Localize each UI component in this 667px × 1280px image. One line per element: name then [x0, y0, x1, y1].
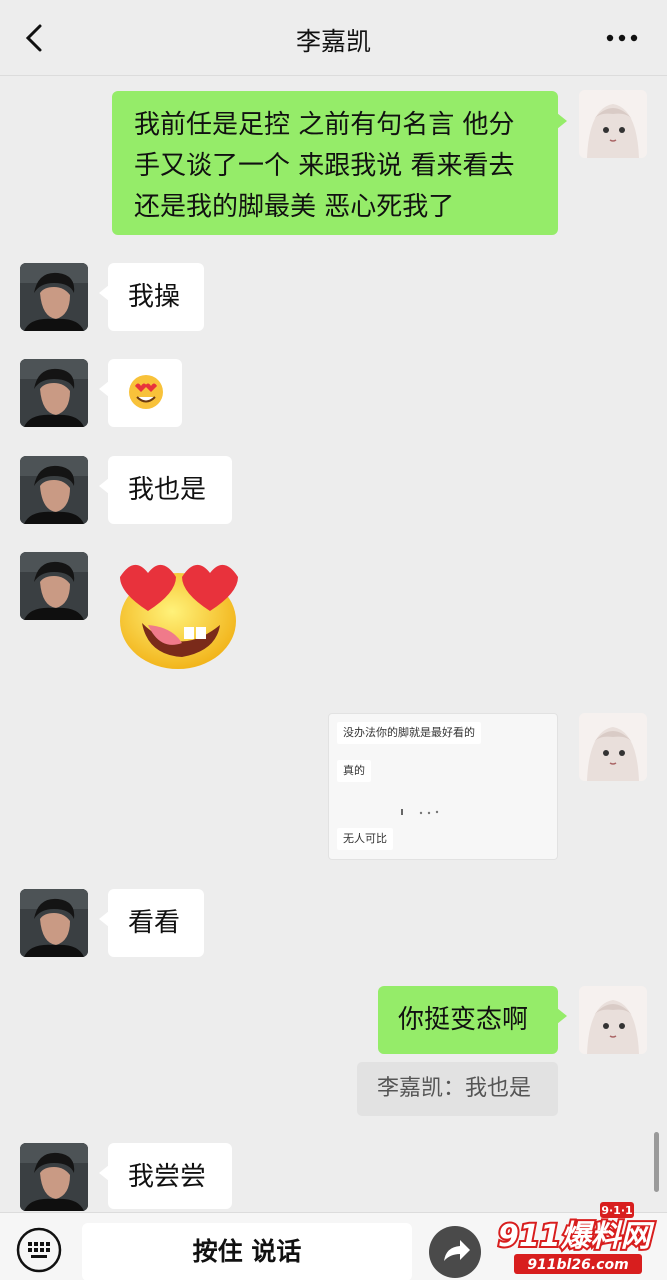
image-text-line: 真的 [337, 760, 371, 782]
message-bubble-incoming[interactable]: 我操 [99, 263, 204, 331]
avatar-friend[interactable] [20, 1143, 88, 1211]
image-message[interactable]: 没办法你的脚就是最好看的 真的 无人可比 [328, 713, 558, 860]
boy-portrait-avatar-icon [20, 263, 88, 331]
message-text-line: 手又谈了一个 来跟我说 看来看去 [134, 151, 515, 181]
share-arrow-icon [429, 1226, 481, 1278]
keyboard-icon [16, 1227, 62, 1273]
image-dots [399, 802, 459, 815]
avatar-self[interactable] [579, 986, 647, 1054]
heart-eyes-tongue-sticker [120, 564, 238, 669]
message-bubble-incoming[interactable]: 我也是 [99, 456, 232, 524]
hold-to-talk-button[interactable]: 按住 说话 [82, 1223, 412, 1280]
message-bubble-outgoing[interactable]: 你挺变态啊 [378, 986, 567, 1054]
heart-eyes-emoji-icon [129, 375, 163, 409]
watermark-badge: 9·1·1 [601, 1204, 632, 1217]
boy-portrait-avatar-icon [20, 889, 88, 957]
more-button[interactable] [605, 26, 639, 50]
message-text: 看看 [128, 908, 181, 938]
watermark-logo: 9·1·1 911爆料网 911bl26.com [494, 1198, 664, 1278]
message-text-line: 还是我的脚最美 恶心死我了 [134, 192, 455, 222]
avatar-friend[interactable] [20, 889, 88, 957]
anime-girl-avatar-icon [579, 986, 647, 1054]
message-bubble-incoming[interactable]: 看看 [99, 889, 204, 957]
page-title: 李嘉凯 [295, 27, 371, 56]
anime-girl-avatar-icon [579, 90, 647, 158]
anime-girl-avatar-icon [579, 713, 647, 781]
watermark-url: 911bl26.com [527, 1257, 628, 1273]
watermark-brand: 911爆料网 [498, 1219, 655, 1254]
avatar-friend[interactable] [20, 456, 88, 524]
message-text: 我操 [128, 282, 181, 312]
keyboard-button[interactable] [16, 1227, 62, 1273]
message-bubble-outgoing[interactable]: 我前任是足控 之前有句名言 他分 手又谈了一个 来跟我说 看来看去 还是我的脚最… [112, 91, 567, 235]
sticker-message[interactable] [112, 555, 244, 671]
chat-header: 李嘉凯 [0, 0, 667, 76]
message-bubble-incoming[interactable] [99, 359, 182, 427]
boy-portrait-avatar-icon [20, 456, 88, 524]
scrollbar[interactable] [654, 1132, 659, 1192]
avatar-friend[interactable] [20, 359, 88, 427]
boy-portrait-avatar-icon [20, 552, 88, 620]
share-button[interactable] [428, 1225, 482, 1279]
more-dots-icon [606, 34, 638, 42]
message-text: 你挺变态啊 [398, 1005, 529, 1035]
avatar-friend[interactable] [20, 552, 88, 620]
quoted-message[interactable]: 李嘉凯：我也是 [357, 1062, 558, 1116]
message-text-line: 我前任是足控 之前有句名言 他分 [134, 110, 515, 140]
avatar-self[interactable] [579, 90, 647, 158]
image-text-line: 没办法你的脚就是最好看的 [337, 722, 481, 744]
watermark-logo-icon: 9·1·1 911爆料网 911bl26.com [496, 1202, 657, 1274]
message-bubble-incoming[interactable]: 我尝尝 [99, 1143, 232, 1209]
boy-portrait-avatar-icon [20, 359, 88, 427]
message-text: 我也是 [128, 475, 207, 505]
boy-portrait-avatar-icon [20, 1143, 88, 1211]
image-text-line: 无人可比 [337, 828, 393, 850]
avatar-friend[interactable] [20, 263, 88, 331]
message-text: 我尝尝 [128, 1162, 207, 1192]
avatar-self[interactable] [579, 713, 647, 781]
